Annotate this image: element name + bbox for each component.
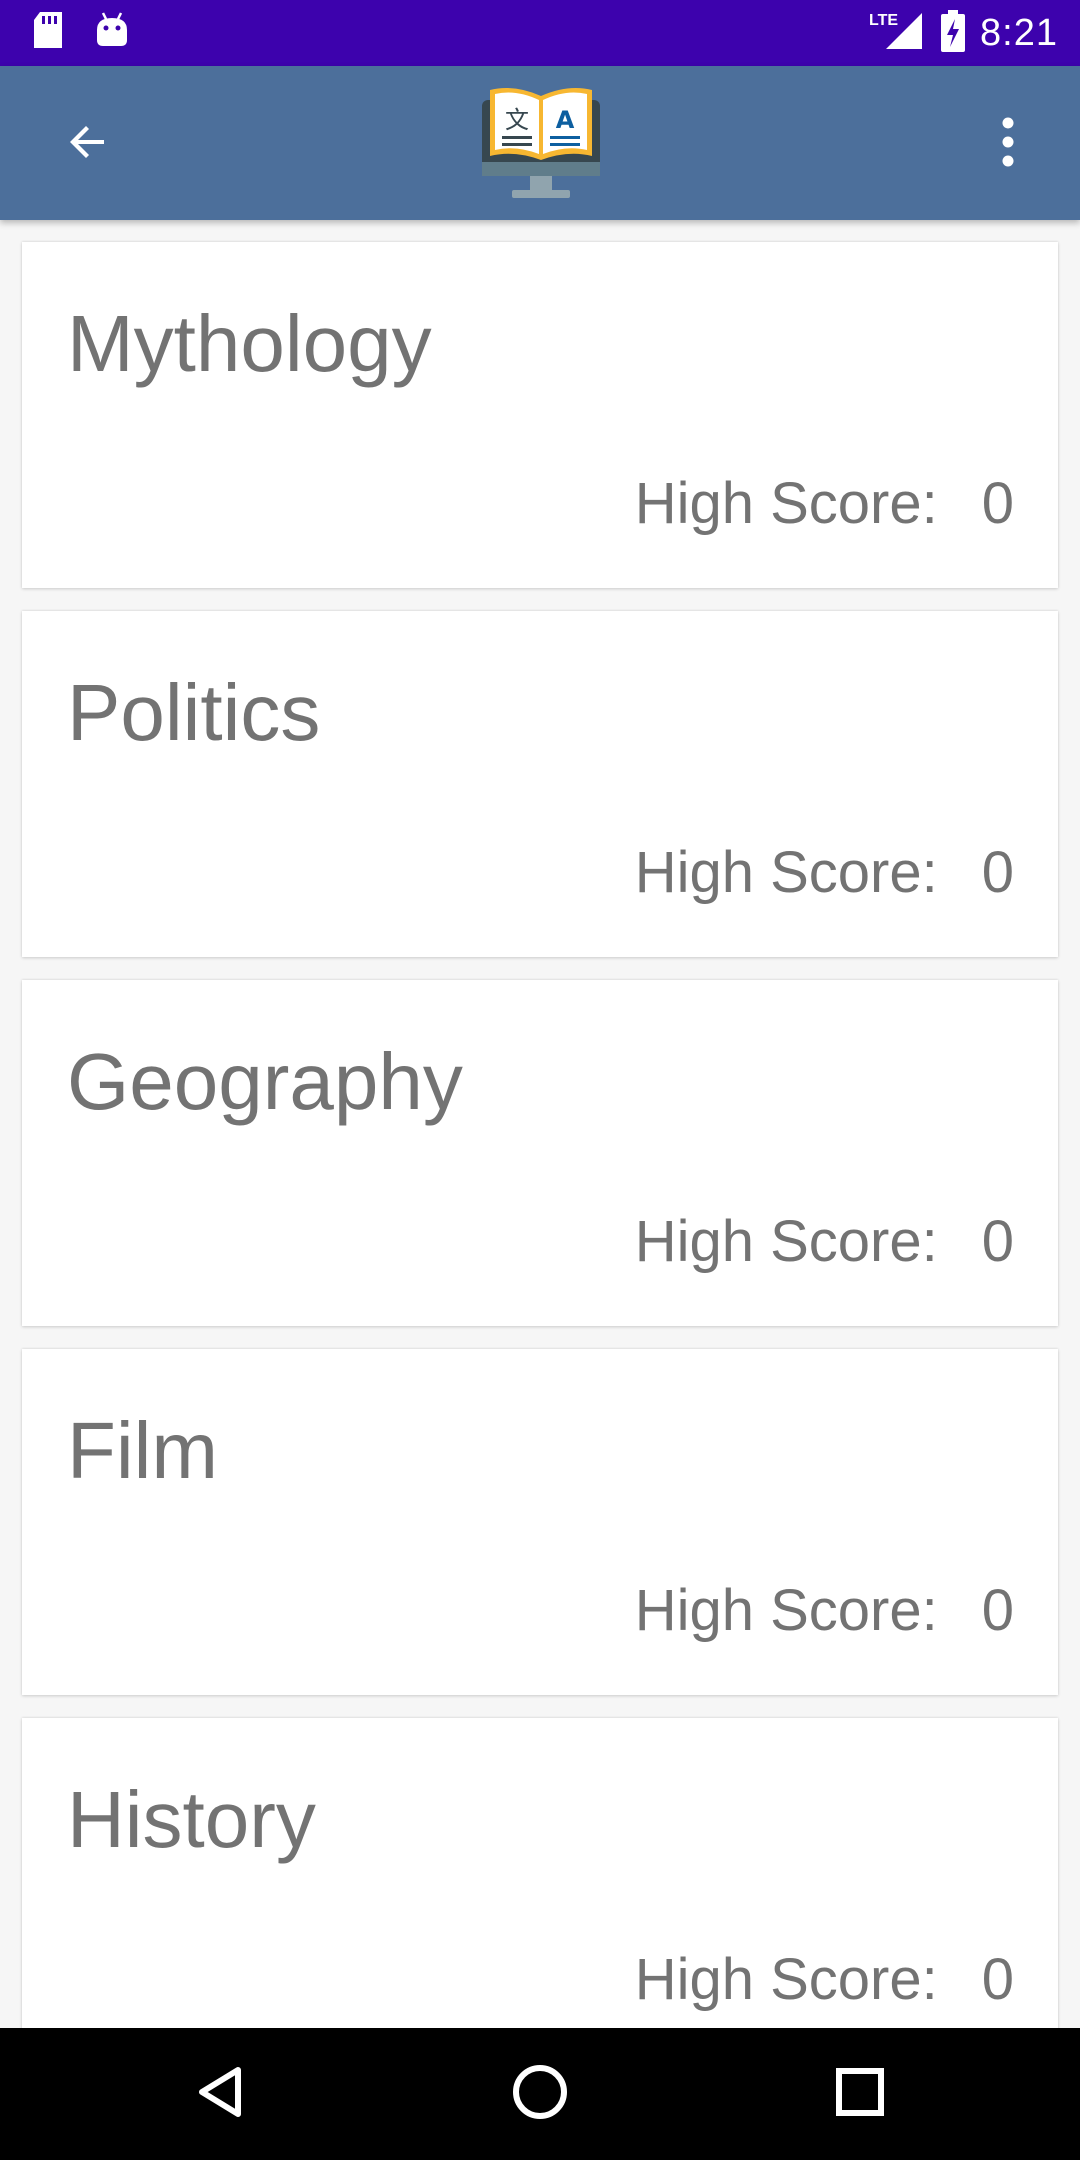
category-title: Geography	[67, 1037, 463, 1126]
category-title: History	[67, 1775, 316, 1864]
nav-recents-icon	[834, 2066, 886, 2123]
android-debug-icon	[94, 10, 130, 55]
status-time: 8:21	[980, 11, 1058, 54]
high-score-label: High Score:	[634, 1209, 938, 1274]
svg-text:文: 文	[505, 106, 529, 134]
high-score-label: High Score:	[634, 1578, 938, 1643]
arrow-back-icon	[64, 118, 112, 171]
category-title: Film	[67, 1406, 219, 1495]
high-score-value: 0	[981, 471, 1014, 536]
nav-back-button[interactable]	[180, 2054, 260, 2134]
high-score-row: High Score: 0	[635, 839, 1014, 906]
high-score-row: High Score: 0	[635, 1577, 1014, 1644]
high-score-row: High Score: 0	[635, 470, 1014, 537]
category-card-history[interactable]: History High Score: 0	[22, 1718, 1058, 2028]
category-list: Mythology High Score: 0 Politics High Sc…	[0, 220, 1080, 2028]
battery-charging-icon	[940, 9, 966, 58]
back-button[interactable]	[52, 108, 124, 180]
high-score-row: High Score: 0	[635, 1946, 1014, 2013]
high-score-value: 0	[981, 1209, 1014, 1274]
high-score-value: 0	[981, 840, 1014, 905]
status-left-icons	[30, 10, 130, 55]
high-score-value: 0	[981, 1578, 1014, 1643]
high-score-value: 0	[981, 1947, 1014, 2012]
nav-home-icon	[510, 2062, 570, 2127]
category-card-film[interactable]: Film High Score: 0	[22, 1349, 1058, 1695]
system-nav-bar	[0, 2028, 1080, 2160]
more-vert-icon	[998, 116, 1018, 173]
category-card-politics[interactable]: Politics High Score: 0	[22, 611, 1058, 957]
high-score-label: High Score:	[634, 471, 938, 536]
nav-recents-button[interactable]	[820, 2054, 900, 2134]
overflow-menu-button[interactable]	[972, 108, 1044, 180]
svg-text:A: A	[556, 106, 575, 134]
status-right-icons: LTE 8:21	[869, 0, 1058, 66]
high-score-label: High Score:	[634, 840, 938, 905]
app-bar: 文 A	[0, 66, 1080, 220]
nav-back-icon	[192, 2064, 248, 2125]
category-title: Politics	[67, 668, 321, 757]
app-logo: 文 A	[478, 80, 604, 206]
high-score-label: High Score:	[634, 1947, 938, 2012]
lte-label: LTE	[869, 12, 899, 29]
category-card-mythology[interactable]: Mythology High Score: 0	[22, 242, 1058, 588]
high-score-row: High Score: 0	[635, 1208, 1014, 1275]
category-title: Mythology	[67, 299, 432, 388]
nav-home-button[interactable]	[500, 2054, 580, 2134]
status-bar: LTE 8:21	[0, 0, 1080, 66]
sd-card-icon	[30, 10, 66, 55]
category-card-geography[interactable]: Geography High Score: 0	[22, 980, 1058, 1326]
